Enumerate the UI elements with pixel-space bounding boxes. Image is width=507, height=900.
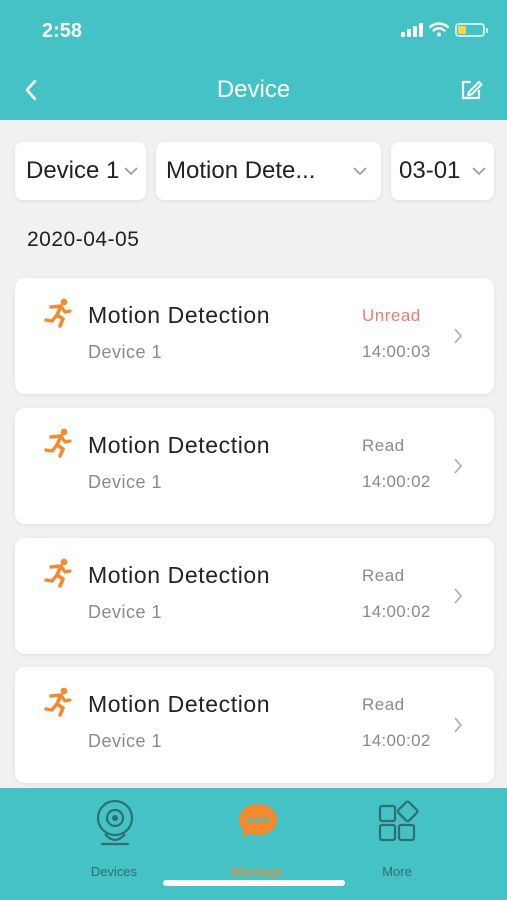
wifi-icon xyxy=(429,22,449,37)
message-time: 14:00:03 xyxy=(362,342,431,361)
tab-label: Message xyxy=(230,864,284,879)
date-header: 2020-04-05 xyxy=(27,228,140,251)
message-title: Motion Detection xyxy=(88,562,271,588)
tab-label: Devices xyxy=(90,864,138,879)
device-filter-value: Device 1 xyxy=(26,157,120,184)
filter-bar: Device 1 Motion Dete... 03-01 xyxy=(15,142,494,200)
chevron-right-icon xyxy=(454,328,463,344)
running-person-icon xyxy=(44,428,72,458)
message-title: Motion Detection xyxy=(88,691,271,717)
chevron-down-icon xyxy=(472,167,486,176)
message-card[interactable]: Motion Detection Device 1 Read 14:00:02 xyxy=(15,538,494,654)
chevron-right-icon xyxy=(454,458,463,474)
running-person-icon xyxy=(44,558,72,588)
message-status-badge: Read xyxy=(362,436,405,455)
page-title: Device xyxy=(216,76,291,103)
message-device: Device 1 xyxy=(88,602,163,622)
message-time: 14:00:02 xyxy=(362,731,431,750)
message-status-badge: Read xyxy=(362,566,405,585)
battery-icon xyxy=(455,22,488,37)
date-filter-select[interactable]: 03-01 xyxy=(391,142,494,200)
top-bar: 2:58 Device xyxy=(0,0,507,120)
message-card[interactable]: Motion Detection Device 1 Unread 14:00:0… xyxy=(15,278,494,394)
message-title: Motion Detection xyxy=(88,432,271,458)
message-title: Motion Detection xyxy=(88,302,271,328)
message-device: Device 1 xyxy=(88,342,163,362)
message-card[interactable]: Motion Detection Device 1 Read 14:00:02 xyxy=(15,408,494,524)
event-type-filter-value: Motion Dete... xyxy=(166,157,316,184)
chevron-down-icon xyxy=(353,167,367,176)
running-person-icon xyxy=(44,298,72,328)
message-time: 14:00:02 xyxy=(362,602,431,621)
tab-message[interactable]: Message xyxy=(207,798,307,879)
chevron-right-icon xyxy=(454,588,463,604)
tab-devices[interactable]: Devices xyxy=(64,798,164,879)
signal-icon xyxy=(401,22,423,37)
status-time: 2:58 xyxy=(42,20,83,42)
tab-label: More xyxy=(382,864,412,879)
message-icon xyxy=(239,804,277,838)
message-device: Device 1 xyxy=(88,731,163,751)
chevron-down-icon xyxy=(124,167,138,176)
chevron-right-icon xyxy=(454,717,463,733)
running-person-icon xyxy=(44,687,72,717)
message-status-badge: Unread xyxy=(362,306,421,325)
camera-icon xyxy=(96,799,134,846)
message-device: Device 1 xyxy=(88,472,163,492)
device-filter-select[interactable]: Device 1 xyxy=(15,142,146,200)
edit-icon[interactable] xyxy=(457,76,485,104)
grid-icon xyxy=(378,800,419,842)
message-status-badge: Read xyxy=(362,695,405,714)
event-type-filter-select[interactable]: Motion Dete... xyxy=(156,142,381,200)
home-indicator xyxy=(163,880,345,886)
message-time: 14:00:02 xyxy=(362,472,431,491)
date-filter-value: 03-01 xyxy=(399,157,461,184)
message-card[interactable]: Motion Detection Device 1 Read 14:00:02 xyxy=(15,667,494,783)
status-icons xyxy=(401,22,488,37)
tab-more[interactable]: More xyxy=(347,798,447,879)
